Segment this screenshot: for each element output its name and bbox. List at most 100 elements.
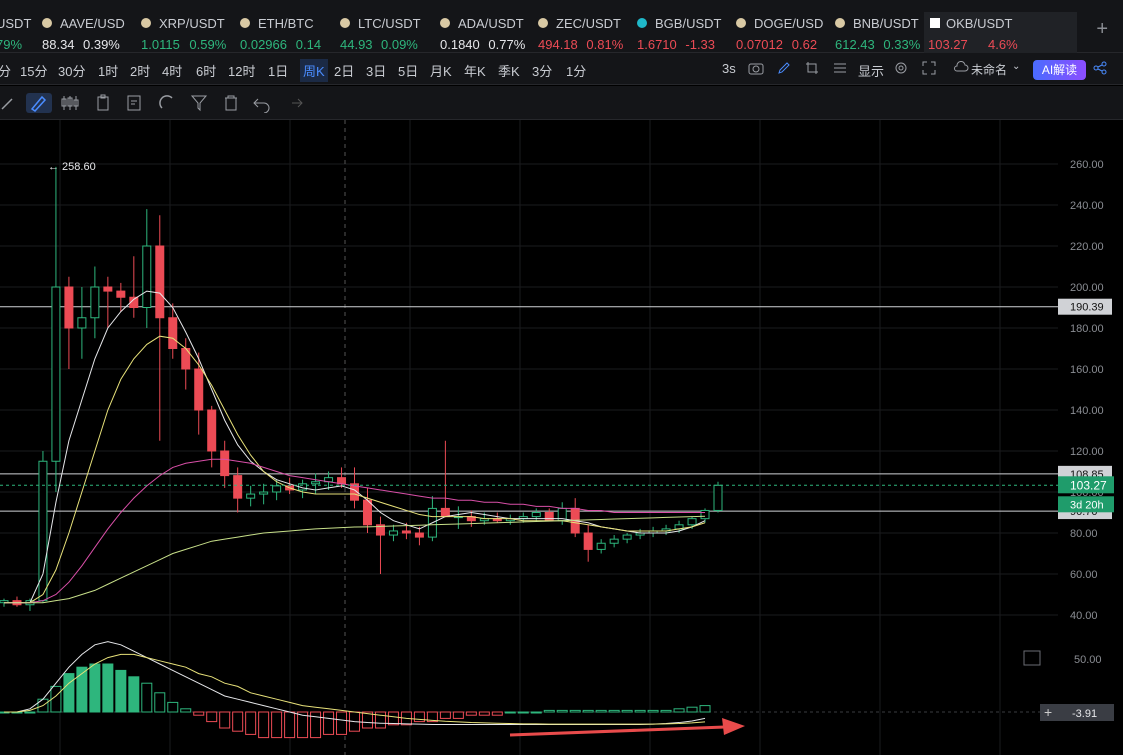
timeframe-14[interactable]: 年K [464, 61, 486, 80]
trash-icon[interactable] [221, 93, 241, 113]
bgb-icon [637, 18, 647, 28]
filter-icon[interactable] [189, 93, 209, 113]
macd-histogram-bar [517, 711, 529, 714]
macd-histogram-bar [128, 676, 140, 713]
timeframe-1[interactable]: 15分 [20, 61, 47, 80]
ticker-change: 0.59% [189, 37, 227, 52]
timeframe-9[interactable]: 周K [300, 59, 328, 82]
macd-histogram-bar [647, 709, 659, 713]
share-icon[interactable] [1093, 61, 1107, 78]
line-tool-icon[interactable] [0, 93, 20, 113]
layout-name-dropdown[interactable]: 未命名 [971, 61, 1007, 78]
candle-body [194, 368, 204, 411]
candle-body [440, 507, 450, 518]
crop-icon[interactable] [805, 61, 819, 78]
ticker-tab-aaveusd[interactable]: AAVE/USD 88.34 0.39% [38, 12, 136, 52]
timeframe-3[interactable]: 1时 [98, 61, 118, 80]
price-tick-label: 260.00 [1070, 159, 1104, 171]
ticker-tab-ethbtc[interactable]: ETH/BTC 0.02966 0.14 [236, 12, 334, 52]
macd-histogram-bar [102, 663, 114, 713]
ticker-tab-bnbusdt[interactable]: BNB/USDT 612.43 0.33% [831, 12, 929, 52]
ticker-tab-bgbusdt[interactable]: BGB/USDT 1.6710 -1.33 [633, 12, 731, 52]
ticker-tab-dogeusd[interactable]: DOGE/USD 0.07012 0.62 [732, 12, 830, 52]
timeframe-2[interactable]: 30分 [58, 61, 85, 80]
ticker-tab-zecusdt[interactable]: ZEC/USDT 494.18 0.81% [534, 12, 632, 52]
price-tick-label: 180.00 [1070, 323, 1104, 335]
candle-body [311, 481, 321, 485]
timeframe-12[interactable]: 5日 [398, 61, 418, 80]
clipboard-icon[interactable] [93, 93, 113, 113]
timeframe-5[interactable]: 4时 [162, 61, 182, 80]
candle-body [259, 491, 269, 495]
undo-icon[interactable] [252, 93, 272, 114]
price-tick-label: 140.00 [1070, 405, 1104, 417]
candle-body [700, 509, 710, 520]
candle-body [622, 534, 632, 540]
ticker-tab-ltcusdt[interactable]: LTC/USDT 44.93 0.09% [336, 12, 434, 52]
timeframe-8[interactable]: 1日 [268, 61, 288, 80]
ticker-tab-okbusdt[interactable]: OKB/USDT 103.27 4.6% [924, 12, 1077, 53]
macd-histogram-bar [465, 711, 477, 716]
ticker-change: 0.09% [381, 37, 418, 52]
macd-histogram-bar [673, 708, 685, 713]
macd-histogram-bar [323, 711, 335, 735]
macd-histogram-bar [582, 709, 594, 713]
fullscreen-icon[interactable] [922, 61, 936, 78]
brush-tool-icon[interactable] [26, 93, 52, 113]
cloud-icon[interactable] [953, 61, 969, 76]
candle-tool-icon[interactable] [60, 93, 80, 113]
ticker-symbol: BGB/USDT [655, 16, 722, 31]
ticker-change: 4.6% [988, 37, 1018, 52]
current-price-label: 103.27 [1070, 478, 1107, 492]
redo-icon[interactable] [284, 93, 304, 113]
coin-icon [736, 18, 746, 28]
settings-icon[interactable] [894, 61, 908, 78]
candle-body [583, 532, 593, 550]
macd-histogram-bar [413, 711, 425, 723]
display-button[interactable]: 显示 [858, 61, 884, 80]
candle-body [168, 317, 178, 349]
timeframe-13[interactable]: 月K [430, 61, 452, 80]
timeframe-7[interactable]: 12时 [228, 61, 255, 80]
price-tick-label: 200.00 [1070, 282, 1104, 294]
timeframe-11[interactable]: 3日 [366, 61, 386, 80]
timeframe-10[interactable]: 2日 [334, 61, 354, 80]
timeframe-16[interactable]: 3分 [532, 61, 552, 80]
note-edit-icon[interactable] [125, 93, 145, 113]
timeframe-15[interactable]: 季K [498, 61, 520, 80]
ticker-tab-xrpusdt[interactable]: XRP/USDT 1.0115 0.59% [137, 12, 235, 52]
timeframe-17[interactable]: 1分 [566, 61, 586, 80]
candlestick-chart[interactable]: 260.00 240.00 220.00 200.00 180.00 160.00 140.… [0, 120, 1123, 755]
ticker-symbol: ETH/BTC [258, 16, 314, 31]
macd-histogram-bar [24, 711, 36, 714]
chart-canvas[interactable]: 260.00 240.00 220.00 200.00 180.00 160.00 140.… [0, 120, 1123, 755]
macd-histogram-bar [245, 711, 257, 735]
ticker-price: 88.34 [42, 37, 75, 52]
candle-body [207, 409, 217, 452]
level-label: 190.39 [1070, 302, 1104, 314]
macd-axis-label: 50.00 [1074, 654, 1102, 666]
ticker-change: 0.14 [295, 37, 322, 52]
ticker-tab-adausdt[interactable]: ADA/USDT 0.1840 0.77% [436, 12, 534, 52]
ticker-symbol: XRP/USDT [159, 16, 225, 31]
timeframe-0[interactable]: 分 [0, 61, 11, 80]
timeframe-6[interactable]: 6时 [196, 61, 216, 80]
interval-label[interactable]: 3s [722, 61, 736, 76]
chevron-down-icon[interactable]: ⌄ [1012, 61, 1020, 72]
candle-body [272, 485, 282, 493]
macd-histogram-bar [634, 709, 646, 713]
candle-body [246, 493, 256, 499]
macd-histogram-bar [595, 709, 607, 713]
macd-histogram-bar [336, 711, 348, 735]
ma-line-white [4, 290, 706, 604]
timeframe-4[interactable]: 2时 [130, 61, 150, 80]
camera-icon[interactable] [748, 61, 764, 78]
candle-body [713, 484, 723, 511]
add-tab-icon[interactable]: + [1096, 18, 1108, 41]
macd-histogram-bar [219, 711, 231, 729]
list-icon[interactable] [833, 61, 847, 78]
ai-analysis-button[interactable]: AI解读 [1033, 60, 1086, 80]
magnet-icon[interactable] [157, 93, 177, 113]
coin-icon [538, 18, 548, 28]
pen-icon[interactable] [777, 61, 791, 78]
